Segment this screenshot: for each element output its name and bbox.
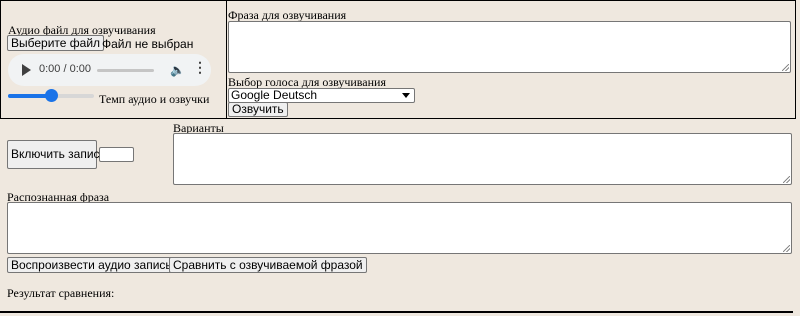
volume-icon[interactable]: 🔈	[170, 63, 185, 78]
voice-select[interactable]: Google Deutsch	[228, 88, 415, 103]
record-button[interactable]: Включить запись	[7, 140, 106, 169]
choose-file-button[interactable]: Выберите файл	[7, 35, 105, 51]
resize-grip-icon[interactable]	[783, 245, 790, 252]
play-recording-button[interactable]: Воспроизвести аудио запись	[7, 257, 176, 273]
bottom-divider	[0, 311, 793, 313]
record-counter-input[interactable]	[99, 147, 134, 162]
tempo-slider-thumb[interactable]	[45, 89, 58, 102]
tempo-label: Темп аудио и озвучки	[99, 92, 210, 106]
variants-textarea[interactable]	[173, 133, 792, 185]
play-icon[interactable]	[22, 64, 31, 76]
audio-progress-track[interactable]	[97, 69, 154, 72]
audio-player[interactable]: 0:00 / 0:00 🔈 ⋮	[8, 54, 211, 86]
no-file-text: Файл не выбран	[102, 37, 194, 51]
recognized-textarea[interactable]	[7, 202, 792, 254]
resize-grip-icon[interactable]	[783, 176, 790, 183]
phrase-textarea[interactable]	[228, 21, 791, 73]
resize-grip-icon[interactable]	[782, 64, 789, 71]
tempo-slider[interactable]	[8, 89, 94, 102]
result-label: Результат сравнения:	[7, 286, 115, 300]
chevron-down-icon	[402, 93, 410, 98]
speak-button[interactable]: Озвучить	[228, 102, 288, 117]
more-options-icon[interactable]: ⋮	[193, 62, 207, 76]
voice-select-value: Google Deutsch	[231, 88, 318, 102]
compare-button[interactable]: Сравнить с озвучиваемой фразой	[169, 257, 367, 273]
audio-time: 0:00 / 0:00	[39, 63, 91, 75]
